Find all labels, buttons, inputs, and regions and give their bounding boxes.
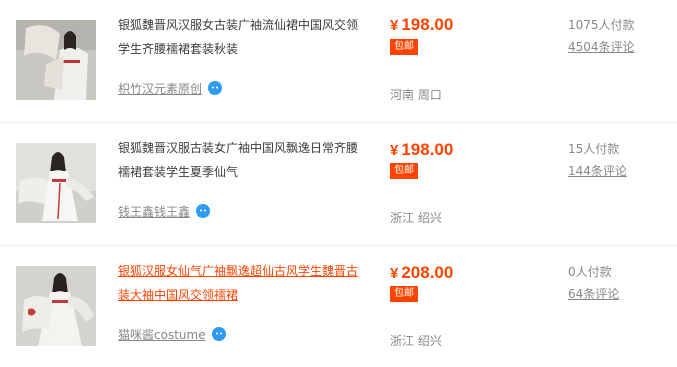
listing-row: 银狐汉服女仙气广袖飘逸超仙古风学生魏晋古装大袖中国风交领襦裙 猫咪酱costum… — [0, 246, 677, 367]
seller-location: 浙江 绍兴 — [390, 334, 442, 348]
shop-name-link[interactable]: 钱王鑫钱王鑫 — [118, 203, 190, 220]
price-value: 198.00 — [401, 15, 454, 34]
product-photo-3 — [16, 266, 96, 346]
currency-symbol: ¥ — [390, 265, 399, 282]
product-title-link[interactable]: 银狐魏晋汉服古装女广袖中国风飘逸日常齐腰襦裙套装学生夏季仙气 — [118, 136, 368, 184]
wangwang-chat-icon[interactable] — [211, 326, 227, 342]
price: ¥198.00 — [390, 15, 453, 35]
free-shipping-badge: 包邮 — [390, 39, 418, 55]
wangwang-chat-icon[interactable] — [207, 80, 223, 96]
sales-count: 15人付款 — [568, 142, 620, 156]
sales-count: 1075人付款 — [568, 18, 635, 32]
product-thumbnail[interactable] — [16, 143, 96, 223]
reviews-link[interactable]: 64条评论 — [568, 285, 619, 302]
free-shipping-badge: 包邮 — [390, 286, 418, 302]
product-photo-1 — [16, 20, 96, 100]
price-value: 198.00 — [401, 140, 454, 159]
price: ¥208.00 — [390, 263, 453, 283]
reviews-link[interactable]: 4504条评论 — [568, 38, 635, 55]
sales-count: 0人付款 — [568, 265, 612, 279]
product-thumbnail[interactable] — [16, 20, 96, 100]
reviews-link[interactable]: 144条评论 — [568, 162, 627, 179]
currency-symbol: ¥ — [390, 17, 399, 34]
product-thumbnail[interactable] — [16, 266, 96, 346]
wangwang-chat-icon[interactable] — [195, 203, 211, 219]
price: ¥198.00 — [390, 140, 453, 160]
product-title-link[interactable]: 银狐汉服女仙气广袖飘逸超仙古风学生魏晋古装大袖中国风交领襦裙 — [118, 259, 368, 307]
shop-info: 猫咪酱costume — [118, 325, 227, 343]
currency-symbol: ¥ — [390, 142, 399, 159]
seller-location: 浙江 绍兴 — [390, 211, 442, 225]
product-title-link[interactable]: 银狐魏晋风汉服女古装广袖流仙裙中国风交领学生齐腰襦裙套装秋装 — [118, 13, 368, 61]
shop-name-link[interactable]: 枳竹汉元素原创 — [118, 80, 202, 97]
free-shipping-badge: 包邮 — [390, 163, 418, 179]
listing-row: 银狐魏晋汉服古装女广袖中国风飘逸日常齐腰襦裙套装学生夏季仙气 钱王鑫钱王鑫 ¥1… — [0, 123, 677, 246]
shop-info: 枳竹汉元素原创 — [118, 79, 223, 97]
shop-info: 钱王鑫钱王鑫 — [118, 202, 211, 220]
price-value: 208.00 — [401, 263, 454, 282]
seller-location: 河南 周口 — [390, 88, 442, 102]
listing-row: 银狐魏晋风汉服女古装广袖流仙裙中国风交领学生齐腰襦裙套装秋装 枳竹汉元素原创 ¥… — [0, 0, 677, 123]
shop-name-link[interactable]: 猫咪酱costume — [118, 326, 206, 343]
product-photo-2 — [16, 143, 96, 223]
